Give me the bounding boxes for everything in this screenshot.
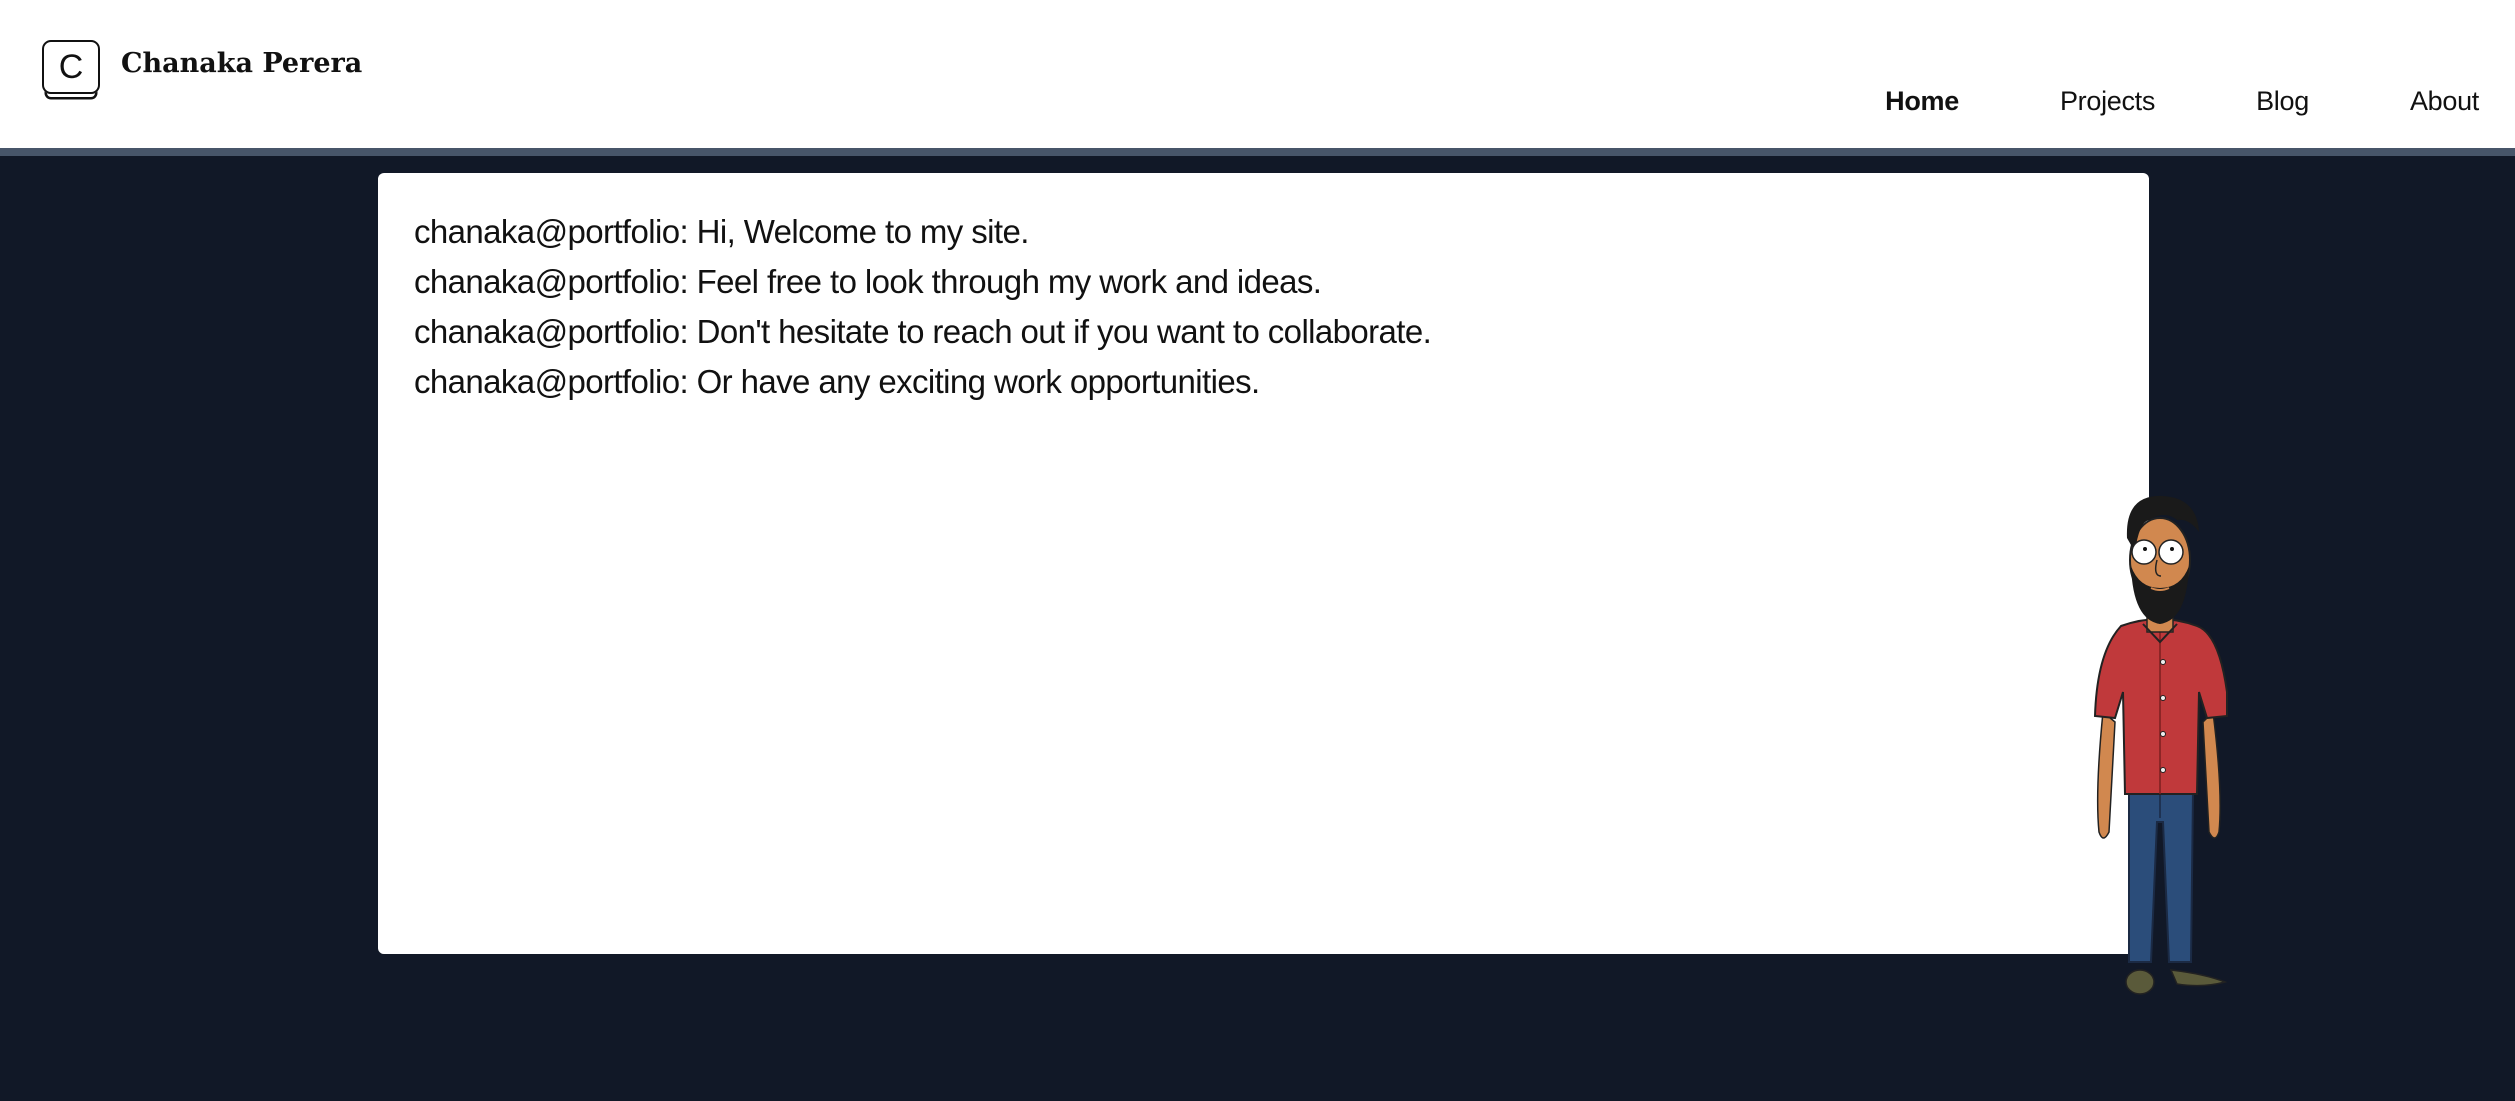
nav-home[interactable]: Home bbox=[1885, 86, 1959, 117]
main-nav: Home Projects Blog About bbox=[1784, 86, 2479, 117]
terminal-line: chanaka@portfolio: Or have any exciting … bbox=[414, 363, 1260, 400]
site-header: C Chanaka Perera Home Projects Blog Abou… bbox=[0, 0, 2515, 156]
logo-letter: C bbox=[58, 48, 84, 86]
terminal-line: chanaka@portfolio: Hi, Welcome to my sit… bbox=[414, 213, 1029, 250]
terminal-window: chanaka@portfolio: Hi, Welcome to my sit… bbox=[378, 173, 2149, 954]
site-name[interactable]: Chanaka Perera bbox=[121, 48, 362, 79]
cartoon-avatar-illustration bbox=[2093, 495, 2228, 995]
nav-blog[interactable]: Blog bbox=[2256, 86, 2309, 117]
nav-about[interactable]: About bbox=[2410, 86, 2479, 117]
nav-projects[interactable]: Projects bbox=[2060, 86, 2155, 117]
terminal-line: chanaka@portfolio: Feel free to look thr… bbox=[414, 263, 1322, 300]
logo-icon[interactable]: C bbox=[42, 40, 100, 94]
terminal-line: chanaka@portfolio: Don't hesitate to rea… bbox=[414, 313, 1432, 350]
